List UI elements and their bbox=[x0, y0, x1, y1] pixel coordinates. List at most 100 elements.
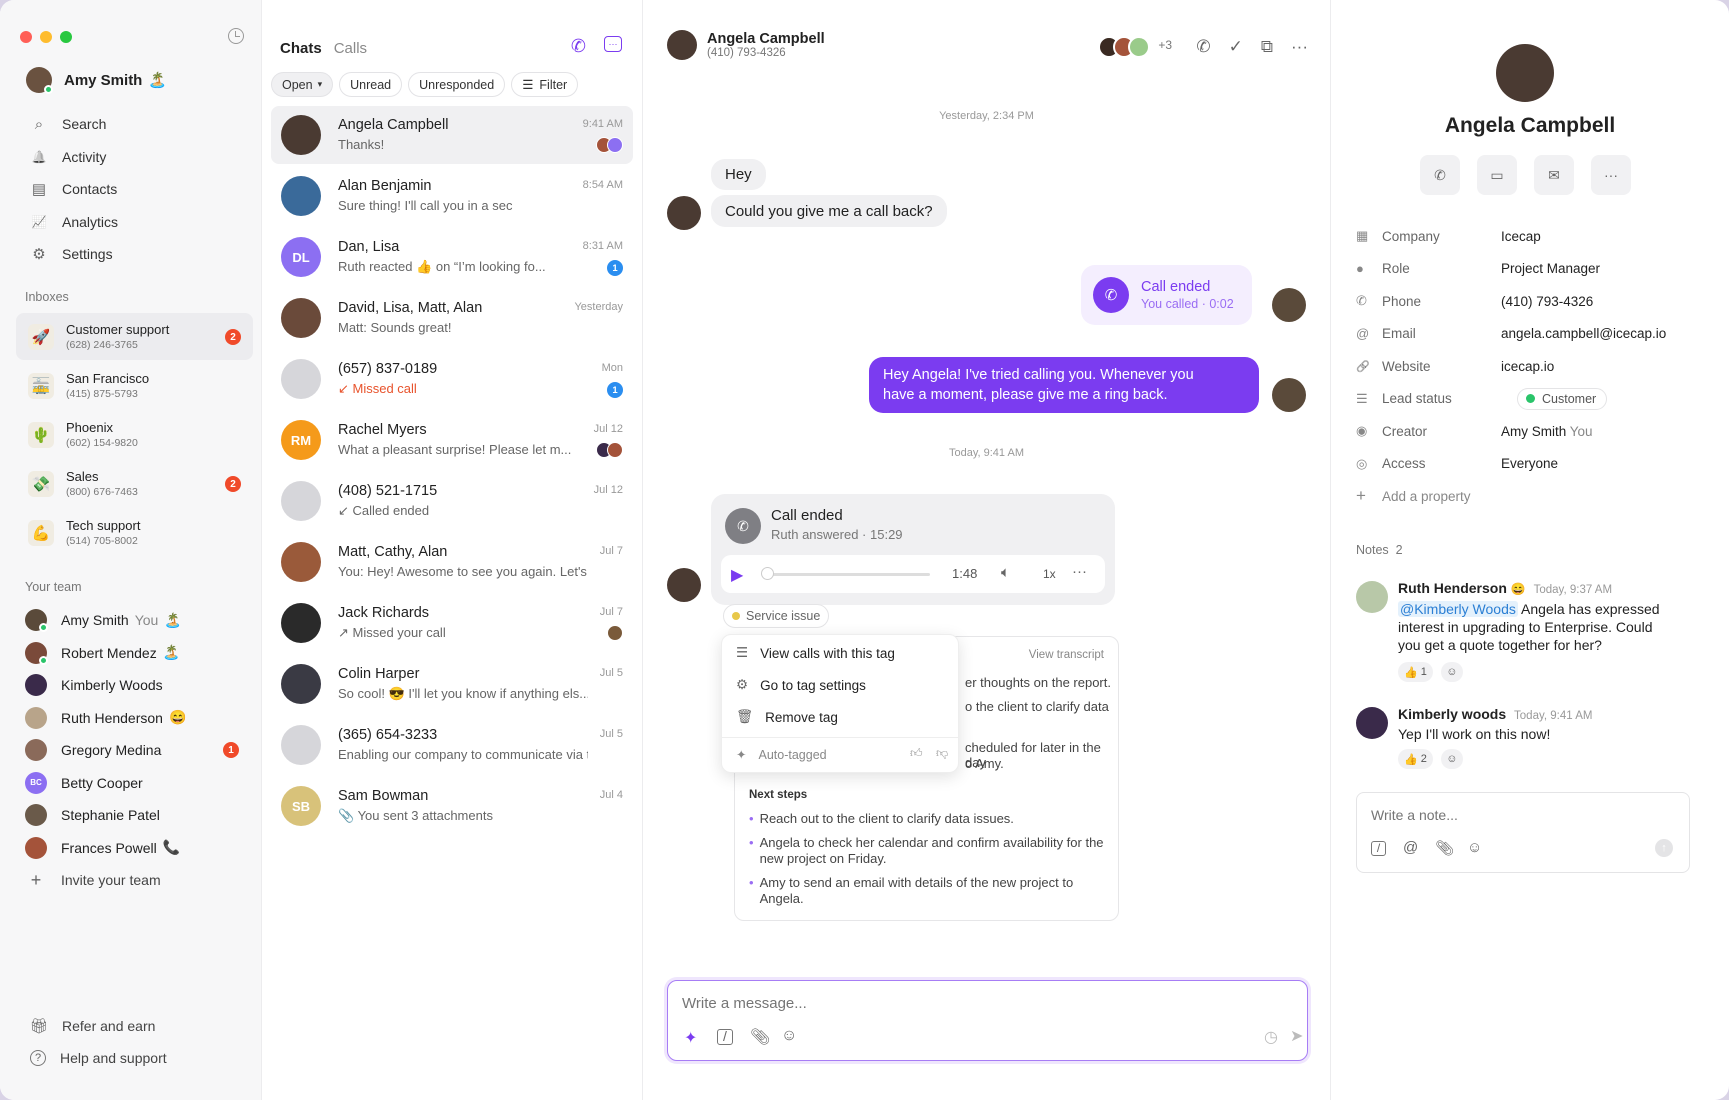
team-member[interactable]: Kimberly Woods bbox=[25, 669, 250, 702]
menu-view-calls[interactable]: ☰ View calls with this tag bbox=[736, 645, 895, 661]
team-member[interactable]: Robert Mendez 🏝️ bbox=[25, 637, 250, 670]
note-input[interactable] bbox=[1371, 807, 1671, 823]
seek-bar[interactable] bbox=[765, 573, 930, 576]
conversation-row[interactable]: RM Rachel Myers What a pleasant surprise! … bbox=[271, 411, 633, 469]
inbox-phoenix[interactable]: 🌵 Phoenix (602) 154-9820 bbox=[16, 411, 253, 458]
inbox-customer-support[interactable]: 🚀 Customer support (628) 246-3765 2 bbox=[16, 313, 253, 360]
menu-remove-tag[interactable]: 🗑︎ Remove tag bbox=[736, 709, 838, 725]
thumbs-up-icon[interactable]: 👍︎ bbox=[910, 746, 923, 761]
volume-icon[interactable]: 🔈︎ bbox=[1001, 564, 1010, 581]
nav-contacts[interactable]: ▤ Contacts bbox=[18, 173, 243, 206]
inbox-san-francisco[interactable]: 🚋 San Francisco (415) 875-5793 bbox=[16, 362, 253, 409]
conversation-row[interactable]: Matt, Cathy, Alan You: Hey! Awesome to se… bbox=[271, 533, 633, 591]
property-company[interactable]: ▦ Company Icecap bbox=[1356, 226, 1706, 246]
thumbs-down-icon[interactable]: 👎︎ bbox=[936, 746, 948, 761]
close-window-button[interactable] bbox=[20, 31, 32, 43]
share-icon[interactable]: ⧉ bbox=[1261, 37, 1273, 57]
new-call-icon[interactable]: ✆ bbox=[571, 36, 586, 57]
conversation-row[interactable]: DL Dan, Lisa Ruth reacted 👍 on “I’m lookin… bbox=[271, 228, 633, 286]
more-icon[interactable]: ··· bbox=[1291, 37, 1308, 57]
conversation-row[interactable]: (408) 521-1715 ↙ Called ended Jul 12 bbox=[271, 472, 633, 530]
property-phone[interactable]: ✆ Phone (410) 793-4326 bbox=[1356, 291, 1706, 311]
unresponded-filter[interactable]: Unresponded bbox=[408, 72, 506, 97]
refer-and-earn-button[interactable]: 🎁︎ Refer and earn bbox=[29, 1017, 155, 1035]
property-role[interactable]: ● Role Project Manager bbox=[1356, 259, 1706, 279]
emoji-icon[interactable]: ☺ bbox=[1467, 839, 1482, 856]
conversation-row[interactable]: Jack Richards ↗ Missed your call Jul 7 bbox=[271, 594, 633, 652]
history-icon[interactable] bbox=[228, 28, 244, 44]
snippet-icon[interactable]: / bbox=[717, 1029, 733, 1045]
minimize-window-button[interactable] bbox=[40, 31, 52, 43]
filter-button[interactable]: ☰ Filter bbox=[511, 72, 579, 97]
inbox-tech-support[interactable]: 💪 Tech support (514) 705-8002 bbox=[16, 509, 253, 556]
more-icon[interactable]: ··· bbox=[1591, 155, 1631, 195]
conversation-row[interactable]: (657) 837-0189 ↙ Missed call Mon 1 bbox=[271, 350, 633, 408]
message-input[interactable] bbox=[682, 993, 1282, 1013]
team-member[interactable]: Frances Powell 📞 bbox=[25, 832, 250, 865]
conversation-row[interactable]: Angela Campbell Thanks! 9:41 AM bbox=[271, 106, 633, 164]
lead-status-badge[interactable]: Customer bbox=[1517, 387, 1608, 410]
unread-filter[interactable]: Unread bbox=[339, 72, 403, 97]
send-icon[interactable]: ➤ bbox=[1290, 1026, 1303, 1046]
call-icon[interactable]: ✆ bbox=[1196, 37, 1210, 57]
conversation-row[interactable]: SB Sam Bowman 📎 You sent 3 attachments Jul … bbox=[271, 777, 633, 835]
add-reaction-icon[interactable]: ☺ bbox=[1440, 662, 1463, 682]
contact-name[interactable]: Angela Campbell bbox=[707, 31, 825, 47]
call-icon[interactable]: ✆ bbox=[1420, 155, 1460, 195]
team-member[interactable]: Stephanie Patel bbox=[25, 799, 250, 832]
mention-icon[interactable]: @ bbox=[1403, 839, 1418, 856]
tab-chats[interactable]: Chats bbox=[280, 40, 322, 57]
help-button[interactable]: ? Help and support bbox=[30, 1050, 167, 1066]
team-member[interactable]: BC Betty Cooper bbox=[25, 767, 250, 800]
inbox-sales[interactable]: 💸 Sales (800) 676-7463 2 bbox=[16, 460, 253, 507]
play-icon[interactable]: ▶ bbox=[731, 565, 743, 585]
mention-chip[interactable]: @Kimberly Woods bbox=[1398, 601, 1518, 617]
speed-button[interactable]: 1x bbox=[1043, 567, 1056, 581]
nav-analytics[interactable]: 📈 Analytics bbox=[18, 206, 243, 239]
invite-team-button[interactable]: + Invite your team bbox=[25, 864, 250, 897]
maximize-window-button[interactable] bbox=[60, 31, 72, 43]
more-icon[interactable]: ··· bbox=[1072, 563, 1087, 580]
property-access[interactable]: ◎ Access Everyone bbox=[1356, 454, 1706, 474]
avatar[interactable] bbox=[667, 30, 697, 60]
conversation-row[interactable]: David, Lisa, Matt, Alan Matt: Sounds grea… bbox=[271, 289, 633, 347]
email-icon[interactable]: ✉ bbox=[1534, 155, 1574, 195]
snippet-icon[interactable]: / bbox=[1371, 841, 1386, 856]
nav-settings[interactable]: ⚙ Settings bbox=[18, 238, 243, 271]
add-reaction-icon[interactable]: ☺ bbox=[1440, 749, 1463, 769]
reaction-thumbs-up[interactable]: 👍 2 bbox=[1398, 749, 1433, 769]
nav-search[interactable]: ⌕ Search bbox=[18, 108, 243, 141]
property-website[interactable]: 🔗 Website icecap.io bbox=[1356, 356, 1706, 376]
emoji-icon[interactable]: ☺ bbox=[781, 1027, 797, 1045]
add-property-button[interactable]: + Add a property bbox=[1356, 486, 1706, 506]
tag-chip[interactable]: Service issue bbox=[723, 604, 830, 628]
schedule-icon[interactable]: ◷ bbox=[1264, 1027, 1278, 1047]
current-user[interactable]: Amy Smith 🏝️ bbox=[26, 67, 167, 94]
new-message-icon[interactable]: ··· bbox=[604, 36, 622, 52]
message-icon[interactable]: ▭ bbox=[1477, 155, 1517, 195]
reaction-thumbs-up[interactable]: 👍 1 bbox=[1398, 662, 1433, 682]
conversation-row[interactable]: Alan Benjamin Sure thing! I'll call you i… bbox=[271, 167, 633, 225]
property-lead-status[interactable]: ☰ Lead status Customer bbox=[1356, 387, 1706, 410]
participants[interactable]: +3 bbox=[1098, 36, 1179, 58]
property-creator[interactable]: ◉ Creator Amy Smith You bbox=[1356, 421, 1706, 441]
menu-tag-settings[interactable]: ⚙ Go to tag settings bbox=[736, 677, 866, 693]
attachment-icon[interactable]: 📎︎ bbox=[750, 1027, 770, 1047]
open-filter-dropdown[interactable]: Open ▾ bbox=[271, 72, 334, 97]
attachment-icon[interactable]: 📎︎ bbox=[1435, 839, 1454, 857]
nav-activity[interactable]: 🔔 Activity bbox=[18, 141, 243, 174]
team-member[interactable]: Ruth Henderson 😄 bbox=[25, 702, 250, 735]
tab-calls[interactable]: Calls bbox=[334, 40, 367, 57]
ai-sparkle-icon[interactable]: ✦ bbox=[684, 1028, 697, 1048]
team-member[interactable]: Amy Smith You 🏝️ bbox=[25, 604, 250, 637]
conversation-row[interactable]: Colin Harper So cool! 😎 I'll let you know… bbox=[271, 655, 633, 713]
property-email[interactable]: @ Email angela.campbell@icecap.io bbox=[1356, 324, 1706, 344]
conversation-row[interactable]: (365) 654-3233 Enabling our company to co… bbox=[271, 716, 633, 774]
team-member[interactable]: Gregory Medina 1 bbox=[25, 734, 250, 767]
check-icon[interactable]: ✓ bbox=[1229, 37, 1243, 57]
seek-handle[interactable] bbox=[761, 567, 774, 580]
call-ended-card[interactable]: ✆ Call ended You called · 0:02 bbox=[1081, 265, 1252, 325]
plus-icon: + bbox=[1356, 486, 1366, 505]
view-transcript-link[interactable]: View transcript bbox=[1029, 649, 1104, 661]
submit-note-icon[interactable]: ↑ bbox=[1655, 839, 1673, 857]
